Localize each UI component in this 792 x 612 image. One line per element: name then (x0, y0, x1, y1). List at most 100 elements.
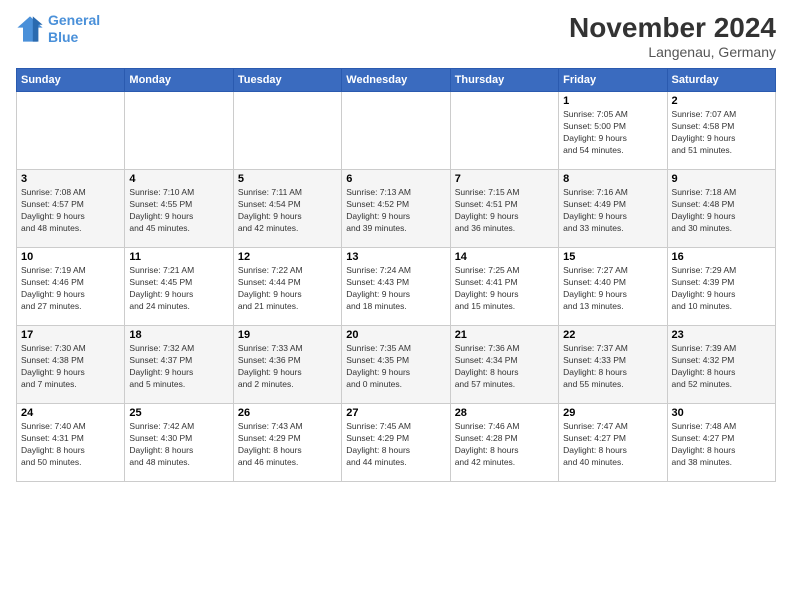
day-info: Sunrise: 7:29 AM Sunset: 4:39 PM Dayligh… (672, 265, 771, 313)
logo-general: General (48, 12, 100, 28)
calendar-cell (342, 92, 450, 170)
calendar-cell: 22Sunrise: 7:37 AM Sunset: 4:33 PM Dayli… (559, 326, 667, 404)
day-number: 10 (21, 251, 120, 263)
calendar-week-4: 17 Sunrise: 7:30 AM Sunset: 4:38 PM Dayli… (17, 326, 776, 404)
calendar-cell (233, 92, 341, 170)
day-info: Sunrise: 7:21 AM Sunset: 4:45 PM Dayligh… (129, 265, 228, 313)
calendar-cell: 1 Sunrise: 7:05 AM Sunset: 5:00 PM Daylig… (559, 92, 667, 170)
calendar-cell: 7Sunrise: 7:15 AM Sunset: 4:51 PM Daylig… (450, 170, 558, 248)
day-info: Sunrise: 7:10 AM Sunset: 4:55 PM Dayligh… (129, 187, 228, 235)
day-info: Sunrise: 7:30 AM Sunset: 4:38 PM Dayligh… (21, 343, 120, 391)
weekday-thursday: Thursday (450, 69, 558, 92)
day-number: 20 (346, 329, 445, 341)
day-info: Sunrise: 7:16 AM Sunset: 4:49 PM Dayligh… (563, 187, 662, 235)
calendar-cell: 3Sunrise: 7:08 AM Sunset: 4:57 PM Daylig… (17, 170, 125, 248)
calendar-cell: 13 Sunrise: 7:24 AM Sunset: 4:43 PM Dayli… (342, 248, 450, 326)
day-info: Sunrise: 7:11 AM Sunset: 4:54 PM Dayligh… (238, 187, 337, 235)
calendar-cell (450, 92, 558, 170)
calendar-week-2: 3Sunrise: 7:08 AM Sunset: 4:57 PM Daylig… (17, 170, 776, 248)
calendar-cell: 17 Sunrise: 7:30 AM Sunset: 4:38 PM Dayli… (17, 326, 125, 404)
day-number: 21 (455, 329, 554, 341)
day-number: 29 (563, 407, 662, 419)
title-block: November 2024 Langenau, Germany (569, 12, 776, 60)
page: General Blue November 2024 Langenau, Ger… (0, 0, 792, 612)
calendar-cell: 11 Sunrise: 7:21 AM Sunset: 4:45 PM Dayli… (125, 248, 233, 326)
calendar-cell: 2Sunrise: 7:07 AM Sunset: 4:58 PM Daylig… (667, 92, 775, 170)
day-info: Sunrise: 7:45 AM Sunset: 4:29 PM Dayligh… (346, 421, 445, 469)
calendar-cell: 21 Sunrise: 7:36 AM Sunset: 4:34 PM Dayli… (450, 326, 558, 404)
weekday-header-row: SundayMondayTuesdayWednesdayThursdayFrid… (17, 69, 776, 92)
subtitle: Langenau, Germany (569, 44, 776, 60)
calendar-week-3: 10 Sunrise: 7:19 AM Sunset: 4:46 PM Dayli… (17, 248, 776, 326)
weekday-sunday: Sunday (17, 69, 125, 92)
day-number: 22 (563, 329, 662, 341)
day-number: 25 (129, 407, 228, 419)
day-number: 30 (672, 407, 771, 419)
calendar-cell: 30 Sunrise: 7:48 AM Sunset: 4:27 PM Dayli… (667, 404, 775, 482)
day-number: 12 (238, 251, 337, 263)
day-number: 24 (21, 407, 120, 419)
day-number: 27 (346, 407, 445, 419)
calendar-cell: 28 Sunrise: 7:46 AM Sunset: 4:28 PM Dayli… (450, 404, 558, 482)
weekday-tuesday: Tuesday (233, 69, 341, 92)
day-info: Sunrise: 7:22 AM Sunset: 4:44 PM Dayligh… (238, 265, 337, 313)
day-number: 9 (672, 173, 771, 185)
day-number: 13 (346, 251, 445, 263)
logo-text: General Blue (48, 12, 100, 46)
weekday-monday: Monday (125, 69, 233, 92)
day-info: Sunrise: 7:05 AM Sunset: 5:00 PM Dayligh… (563, 109, 662, 157)
day-number: 19 (238, 329, 337, 341)
calendar-cell: 16 Sunrise: 7:29 AM Sunset: 4:39 PM Dayli… (667, 248, 775, 326)
day-number: 17 (21, 329, 120, 341)
day-number: 11 (129, 251, 228, 263)
calendar-cell: 4 Sunrise: 7:10 AM Sunset: 4:55 PM Daylig… (125, 170, 233, 248)
day-info: Sunrise: 7:36 AM Sunset: 4:34 PM Dayligh… (455, 343, 554, 391)
day-number: 7 (455, 173, 554, 185)
calendar-week-1: 1 Sunrise: 7:05 AM Sunset: 5:00 PM Daylig… (17, 92, 776, 170)
logo-icon (16, 15, 44, 43)
calendar-week-5: 24 Sunrise: 7:40 AM Sunset: 4:31 PM Dayli… (17, 404, 776, 482)
calendar-cell (17, 92, 125, 170)
day-info: Sunrise: 7:39 AM Sunset: 4:32 PM Dayligh… (672, 343, 771, 391)
main-title: November 2024 (569, 12, 776, 44)
day-number: 28 (455, 407, 554, 419)
day-info: Sunrise: 7:47 AM Sunset: 4:27 PM Dayligh… (563, 421, 662, 469)
day-number: 23 (672, 329, 771, 341)
weekday-saturday: Saturday (667, 69, 775, 92)
day-number: 14 (455, 251, 554, 263)
day-info: Sunrise: 7:48 AM Sunset: 4:27 PM Dayligh… (672, 421, 771, 469)
day-info: Sunrise: 7:18 AM Sunset: 4:48 PM Dayligh… (672, 187, 771, 235)
day-number: 5 (238, 173, 337, 185)
day-info: Sunrise: 7:42 AM Sunset: 4:30 PM Dayligh… (129, 421, 228, 469)
day-info: Sunrise: 7:19 AM Sunset: 4:46 PM Dayligh… (21, 265, 120, 313)
calendar-cell: 14Sunrise: 7:25 AM Sunset: 4:41 PM Dayli… (450, 248, 558, 326)
day-number: 1 (563, 95, 662, 107)
day-info: Sunrise: 7:40 AM Sunset: 4:31 PM Dayligh… (21, 421, 120, 469)
day-info: Sunrise: 7:43 AM Sunset: 4:29 PM Dayligh… (238, 421, 337, 469)
calendar-cell: 15Sunrise: 7:27 AM Sunset: 4:40 PM Dayli… (559, 248, 667, 326)
day-number: 8 (563, 173, 662, 185)
day-info: Sunrise: 7:24 AM Sunset: 4:43 PM Dayligh… (346, 265, 445, 313)
calendar-cell: 12 Sunrise: 7:22 AM Sunset: 4:44 PM Dayli… (233, 248, 341, 326)
calendar-cell: 27 Sunrise: 7:45 AM Sunset: 4:29 PM Dayli… (342, 404, 450, 482)
calendar-cell: 8 Sunrise: 7:16 AM Sunset: 4:49 PM Daylig… (559, 170, 667, 248)
calendar-table: SundayMondayTuesdayWednesdayThursdayFrid… (16, 68, 776, 482)
calendar-cell: 23 Sunrise: 7:39 AM Sunset: 4:32 PM Dayli… (667, 326, 775, 404)
day-info: Sunrise: 7:46 AM Sunset: 4:28 PM Dayligh… (455, 421, 554, 469)
calendar-cell: 19 Sunrise: 7:33 AM Sunset: 4:36 PM Dayli… (233, 326, 341, 404)
logo-blue: Blue (48, 29, 78, 45)
calendar-cell (125, 92, 233, 170)
day-number: 26 (238, 407, 337, 419)
calendar-cell: 5 Sunrise: 7:11 AM Sunset: 4:54 PM Daylig… (233, 170, 341, 248)
weekday-friday: Friday (559, 69, 667, 92)
weekday-wednesday: Wednesday (342, 69, 450, 92)
day-info: Sunrise: 7:27 AM Sunset: 4:40 PM Dayligh… (563, 265, 662, 313)
day-info: Sunrise: 7:35 AM Sunset: 4:35 PM Dayligh… (346, 343, 445, 391)
calendar-cell: 10 Sunrise: 7:19 AM Sunset: 4:46 PM Dayli… (17, 248, 125, 326)
day-number: 3 (21, 173, 120, 185)
calendar-cell: 6Sunrise: 7:13 AM Sunset: 4:52 PM Daylig… (342, 170, 450, 248)
day-number: 4 (129, 173, 228, 185)
day-info: Sunrise: 7:33 AM Sunset: 4:36 PM Dayligh… (238, 343, 337, 391)
day-number: 16 (672, 251, 771, 263)
day-info: Sunrise: 7:07 AM Sunset: 4:58 PM Dayligh… (672, 109, 771, 157)
